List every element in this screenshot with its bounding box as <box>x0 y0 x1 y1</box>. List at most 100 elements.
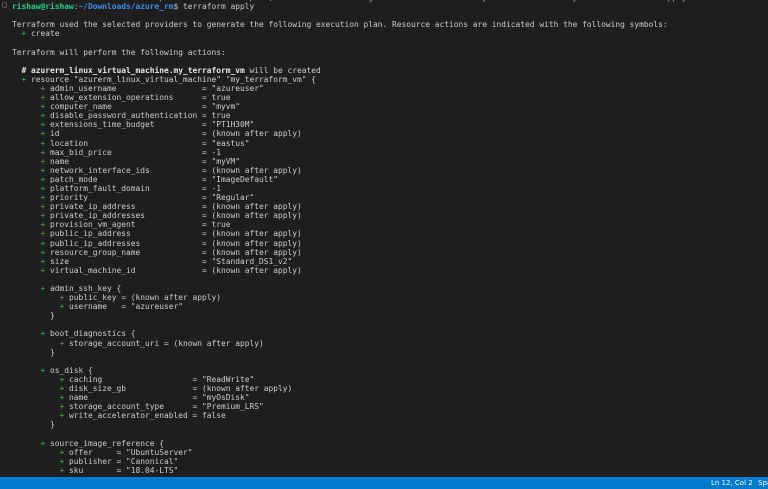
terminal-line: # azurerm_linux_virtual_machine.my_terra… <box>12 66 715 75</box>
terminal-text: private_ip_addresses = (known after appl… <box>50 211 302 221</box>
plus-create-marker: + <box>12 111 51 121</box>
terminal-line: + offer = "UbuntuServer" <box>12 448 715 457</box>
terminal-line: + provision_vm_agent = true <box>12 220 715 229</box>
status-bar: Ln 12, Col 2 Spa <box>0 477 768 489</box>
terminal-text: id = (known after apply) <box>50 129 302 139</box>
terminal-line: + caching = "ReadWrite" <box>12 375 715 384</box>
terminal-text: storage_account_type = "Premium_LRS" <box>69 402 264 412</box>
command-decoration-icon <box>2 2 7 8</box>
terminal-line: + virtual_machine_id = (known after appl… <box>12 266 715 275</box>
terminal-text: os_disk { <box>50 365 93 375</box>
terminal-line: + disk_size_gb = (known after apply) <box>12 384 715 393</box>
terminal-line: + create <box>12 29 715 38</box>
terminal-text: network_interface_ids = (known after app… <box>50 165 302 175</box>
terminal-text: } <box>12 420 55 430</box>
plus-create-marker: + <box>12 165 51 175</box>
plus-create-marker: + <box>12 402 70 412</box>
plus-create-marker: + <box>12 102 51 112</box>
terminal-line: + location = "eastus" <box>12 139 715 148</box>
terminal-line: Terraform will perform the following act… <box>12 48 715 57</box>
terminal-line: + patch_mode = "ImageDefault" <box>12 175 715 184</box>
plus-create-marker: + <box>12 338 70 348</box>
terminal-text: public_key = (known after apply) <box>69 293 222 303</box>
terminal-text: name = "myVM" <box>50 156 241 166</box>
terminal-line: + public_key = (known after apply) <box>12 293 715 302</box>
plus-create-marker: + <box>12 374 70 384</box>
terminal-text: Terraform used the selected providers to… <box>12 20 668 30</box>
plus-create-marker: + <box>12 74 32 84</box>
plus-create-marker: + <box>12 120 51 130</box>
terminal-line: + private_ip_addresses = (known after ap… <box>12 211 715 220</box>
terminal-line: + network_interface_ids = (known after a… <box>12 166 715 175</box>
terminal-text: name = "myOsDisk" <box>69 393 250 403</box>
terminal-line: + boot_diagnostics { <box>12 329 715 338</box>
terminal-text: caching = "ReadWrite" <box>69 374 255 384</box>
cursor-position[interactable]: Ln 12, Col 2 <box>711 477 753 489</box>
plus-create-marker: + <box>12 411 70 421</box>
terminal-line: rishaw@rishaw:~/Downloads/azure_rm$ terr… <box>12 2 715 11</box>
terminal-text: private_ip_address = (known after apply) <box>50 202 302 212</box>
plus-create-marker: + <box>12 247 51 257</box>
plus-create-marker: + <box>12 284 51 293</box>
terminal-line: + platform_fault_domain = -1 <box>12 184 715 193</box>
terminal-line: + computer_name = "myvm" <box>12 102 715 111</box>
plus-create-marker: + <box>12 220 51 230</box>
plus-create-marker: + <box>12 465 70 475</box>
plus-create-marker: + <box>12 183 51 193</box>
terminal-text: virtual_machine_id = (known after apply) <box>50 265 302 275</box>
terminal-text: rishaw@rishaw <box>12 2 74 12</box>
terminal-text: public_ip_addresses = (known after apply… <box>50 238 302 248</box>
terminal-text: ~/Downloads/azure_rm <box>78 2 174 12</box>
plus-create-marker: + <box>12 156 51 166</box>
terminal-line: + admin_username = "azureuser" <box>12 84 715 93</box>
terminal-line: + admin_ssh_key { <box>12 284 715 293</box>
terminal-text: resource_group_name = (known after apply… <box>50 247 302 257</box>
terminal-text: } <box>12 347 55 357</box>
terminal-text: admin_ssh_key { <box>50 284 122 293</box>
terminal-text: admin_username = "azureuser" <box>50 83 264 93</box>
terminal-line: + publisher = "Canonical" <box>12 457 715 466</box>
terminal-line: + extensions_time_budget = "PT1H30M" <box>12 120 715 129</box>
terminal-line: + priority = "Regular" <box>12 193 715 202</box>
plus-create-marker: + <box>12 384 70 394</box>
terminal-output[interactable]: Note: You didn't use the -out option to … <box>0 0 768 477</box>
terminal-text: computer_name = "myvm" <box>50 102 241 112</box>
terminal-line: + resource "azurerm_linux_virtual_machin… <box>12 75 715 84</box>
terminal-line: + public_ip_address = (known after apply… <box>12 229 715 238</box>
terminal-line: + id = (known after apply) <box>12 129 715 138</box>
terminal-line: + name = "myVM" <box>12 157 715 166</box>
plus-create-marker: + <box>12 202 51 212</box>
terminal-line: + disable_password_authentication = true <box>12 111 715 120</box>
plus-create-marker: + <box>12 147 51 157</box>
terminal-text: Terraform will perform the following act… <box>12 47 226 57</box>
terminal-text: provision_vm_agent = true <box>50 220 231 230</box>
plus-create-marker: + <box>12 129 51 139</box>
terminal-lines: Note: You didn't use the -out option to … <box>12 0 715 475</box>
terminal-text: extensions_time_budget = "PT1H30M" <box>50 120 255 130</box>
terminal-line: } <box>12 311 715 320</box>
plus-create-marker: + <box>12 211 51 221</box>
plus-create-marker: + <box>12 302 70 312</box>
terminal-text: # azurerm_linux_virtual_machine.my_terra… <box>12 65 245 75</box>
terminal-text: will be created <box>244 65 321 75</box>
terminal-line: } <box>12 348 715 357</box>
terminal-line: + storage_account_type = "Premium_LRS" <box>12 402 715 411</box>
terminal-text: create <box>31 29 60 39</box>
plus-create-marker: + <box>12 229 51 239</box>
terminal-text: sku = "18.04-LTS" <box>69 465 179 475</box>
indentation-setting[interactable]: Spa <box>758 477 768 489</box>
terminal-text: location = "eastus" <box>50 138 250 148</box>
terminal-line: + sku = "18.04-LTS" <box>12 466 715 475</box>
terminal-line: + username = "azureuser" <box>12 302 715 311</box>
terminal-text: $ terraform apply <box>173 2 255 12</box>
terminal-text: publisher = "Canonical" <box>69 456 179 466</box>
plus-create-marker: + <box>12 138 51 148</box>
terminal-line: + write_accelerator_enabled = false <box>12 411 715 420</box>
plus-create-marker: + <box>12 293 70 303</box>
terminal-line: Terraform used the selected providers to… <box>12 20 715 29</box>
